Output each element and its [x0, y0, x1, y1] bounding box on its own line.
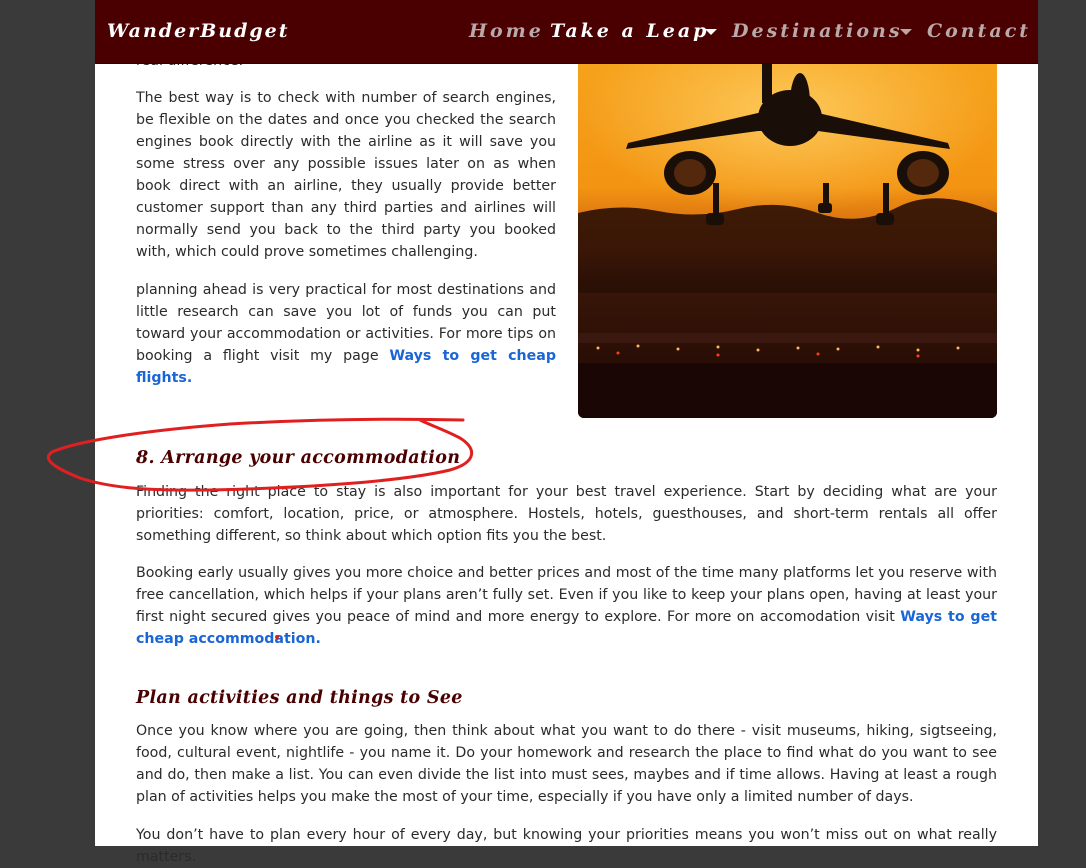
activities-paragraph-1: Once you know where you are going, then …	[136, 723, 997, 805]
section-heading-accommodation: 8. Arrange your accommodation	[136, 448, 461, 468]
accommodation-paragraph-1: Finding the right place to stay is also …	[136, 484, 997, 544]
nav-take-a-leap[interactable]: Take a Leap	[550, 20, 709, 42]
brand-logo[interactable]: WanderBudget	[107, 20, 290, 42]
chevron-down-icon[interactable]	[705, 29, 717, 35]
chevron-down-icon[interactable]	[900, 29, 912, 35]
section-heading-activities: Plan activities and things to See	[136, 688, 463, 708]
airplane-landing-photo	[578, 63, 997, 418]
nav-home[interactable]: Home	[469, 20, 544, 42]
flights-paragraph-1: The best way is to check with number of …	[136, 90, 556, 260]
nav-contact[interactable]: Contact	[927, 20, 1031, 42]
nav-destinations[interactable]: Destinations	[732, 20, 903, 42]
flights-paragraph-2: planning ahead is very practical for mos…	[136, 279, 556, 389]
accommodation-paragraph-2: Booking early usually gives you more cho…	[136, 562, 997, 650]
top-navbar: WanderBudget Home Take a Leap Destinatio…	[95, 0, 1038, 64]
activities-paragraph-2: You don’t have to plan every hour of eve…	[136, 827, 997, 865]
accommodation-paragraph-2-text: Booking early usually gives you more cho…	[136, 565, 997, 625]
